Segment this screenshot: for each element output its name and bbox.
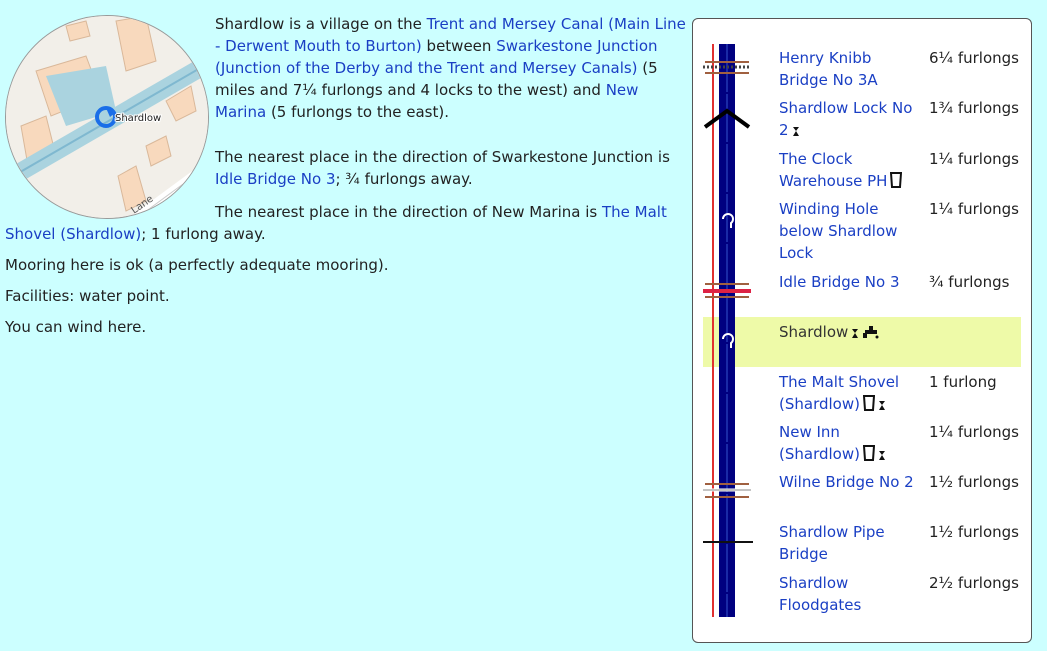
mooring-text: Mooring here is ok (a perfectly adequate… [5,256,389,274]
mooring-icon [792,127,799,136]
route-row-name[interactable]: Shardlow Pipe Bridge [779,523,885,563]
route-row-distance: 1½ furlongs [929,523,1019,541]
route-row-distance: 1½ furlongs [929,473,1019,491]
route-row-distance: 1¼ furlongs [929,423,1019,441]
canal-strip [703,44,753,617]
mooring-icon [878,401,885,410]
nearest-west-link[interactable]: Idle Bridge No 3 [215,170,335,188]
facilities-text: Facilities: water point. [5,287,170,305]
place-description: Shardlow is a village on the Trent and M… [5,13,687,347]
route-row-name[interactable]: Shardlow Floodgates [779,574,861,614]
mooring-icon [878,451,885,460]
route-row-distance: 1¾ furlongs [929,99,1019,117]
route-panel: Henry Knibb Bridge No 3A 6¼ furlongs Sha… [692,18,1032,643]
water-tap-icon [863,326,879,339]
route-row-name[interactable]: Winding Hole below Shardlow Lock [779,200,897,262]
route-row-name[interactable]: The Clock Warehouse PH [779,150,887,190]
route-row-name[interactable]: Henry Knibb Bridge No 3A [779,49,878,89]
route-row-distance: 2½ furlongs [929,574,1019,592]
pub-icon [862,445,875,461]
route-row-distance: 1 furlong [929,373,997,391]
route-row-name[interactable]: Idle Bridge No 3 [779,273,899,291]
winding-text: You can wind here. [5,318,147,336]
route-row-distance: 6¼ furlongs [929,49,1019,67]
route-row-distance: 1¼ furlongs [929,200,1019,218]
pub-icon [862,395,875,411]
route-row-distance: 1¼ furlongs [929,150,1019,168]
route-row-distance: ¾ furlongs [929,273,1010,291]
route-row-name[interactable]: Wilne Bridge No 2 [779,473,914,491]
mooring-icon [852,329,859,338]
route-row-name[interactable]: New Inn (Shardlow) [779,423,860,463]
current-place-name: Shardlow [779,323,849,341]
pub-icon [890,172,903,188]
